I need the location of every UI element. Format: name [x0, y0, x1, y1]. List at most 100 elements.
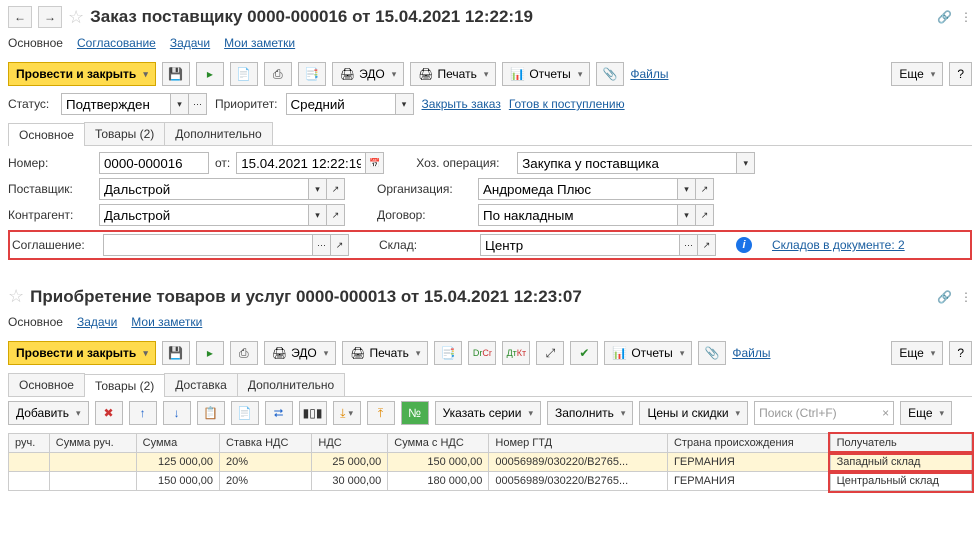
post-close-button[interactable]: Провести и закрыть	[8, 62, 156, 86]
status-hist-icon[interactable]: ⋯	[189, 93, 207, 115]
star-icon[interactable]: ☆	[68, 7, 84, 28]
col-gtd[interactable]: Номер ГТД	[489, 434, 668, 453]
attach-icon[interactable]: 📎	[596, 62, 624, 86]
move-up-icon[interactable]: ↑	[129, 401, 157, 425]
agree-open-icon[interactable]: ↗	[331, 234, 349, 256]
col-vat-rate[interactable]: Ставка НДС	[220, 434, 312, 453]
agree-ellipsis-icon[interactable]: ⋯	[313, 234, 331, 256]
more-button2[interactable]: Еще	[891, 341, 943, 365]
paste-row-icon[interactable]: 📄	[231, 401, 259, 425]
edo-button2[interactable]: 🖨 ЭДО	[264, 341, 336, 365]
calendar-icon[interactable]: 📅	[366, 152, 384, 174]
dtkt-icon[interactable]: ДтКт	[502, 341, 530, 365]
nav-main[interactable]: Основное	[8, 36, 63, 50]
warehouse-input[interactable]	[480, 234, 680, 256]
prices-button[interactable]: Цены и скидки	[639, 401, 748, 425]
supplier-open-icon[interactable]: ↗	[327, 178, 345, 200]
nav-notes2[interactable]: Мои заметки	[131, 315, 202, 329]
contract-open-icon[interactable]: ↗	[696, 204, 714, 226]
date-input[interactable]	[236, 152, 366, 174]
export-icon[interactable]: ⤓	[333, 401, 361, 425]
drcr-icon[interactable]: DrCr	[468, 341, 496, 365]
post-icon[interactable]: ▸	[196, 62, 224, 86]
help-button2[interactable]: ?	[949, 341, 972, 365]
info-icon[interactable]: i	[736, 237, 752, 253]
col-country[interactable]: Страна происхождения	[667, 434, 830, 453]
op-dropdown-icon[interactable]: ▾	[737, 152, 755, 174]
scan-icon[interactable]: ⎙	[264, 62, 292, 86]
tab-goods[interactable]: Товары (2)	[84, 122, 165, 145]
nav-main2[interactable]: Основное	[8, 315, 63, 329]
search-input[interactable]: Поиск (Ctrl+F) ×	[754, 401, 894, 425]
series-button[interactable]: Указать серии	[435, 401, 541, 425]
more-button3[interactable]: Еще	[900, 401, 952, 425]
ready-receive-link[interactable]: Готов к поступлению	[509, 97, 625, 111]
expand-icon[interactable]: ⤢	[536, 341, 564, 365]
tab-extra2[interactable]: Дополнительно	[237, 373, 345, 396]
nav-tasks[interactable]: Задачи	[170, 36, 210, 50]
print-button[interactable]: 🖨 Печать	[410, 62, 496, 86]
org-input[interactable]	[478, 178, 678, 200]
move-down-icon[interactable]: ↓	[163, 401, 191, 425]
nav-back-button[interactable]: ←	[8, 6, 32, 28]
col-manual[interactable]: руч.	[9, 434, 50, 453]
check-icon[interactable]: ✔	[570, 341, 598, 365]
org-dropdown-icon[interactable]: ▾	[678, 178, 696, 200]
files-link2[interactable]: Файлы	[732, 346, 770, 360]
contract-dropdown-icon[interactable]: ▾	[678, 204, 696, 226]
supplier-dropdown-icon[interactable]: ▾	[309, 178, 327, 200]
add-button[interactable]: Добавить	[8, 401, 89, 425]
link-icon[interactable]: 🔗	[937, 10, 952, 24]
help-button[interactable]: ?	[949, 62, 972, 86]
nav-forward-button[interactable]: →	[38, 6, 62, 28]
copy-icon[interactable]: 📑	[298, 62, 326, 86]
col-recipient[interactable]: Получатель	[830, 434, 971, 453]
post-close-button2[interactable]: Провести и закрыть	[8, 341, 156, 365]
scan-icon2[interactable]: ⎙	[230, 341, 258, 365]
priority-dropdown-icon[interactable]: ▾	[396, 93, 414, 115]
contr-dropdown-icon[interactable]: ▾	[309, 204, 327, 226]
table-row[interactable]: 125 000,00 20% 25 000,00 150 000,00 0005…	[9, 453, 972, 472]
table-row[interactable]: 150 000,00 20% 30 000,00 180 000,00 0005…	[9, 472, 972, 491]
tab-main[interactable]: Основное	[8, 123, 85, 146]
n-icon[interactable]: №	[401, 401, 429, 425]
op-input[interactable]	[517, 152, 737, 174]
barcode-icon[interactable]: ▮▯▮	[299, 401, 327, 425]
priority-input[interactable]	[286, 93, 396, 115]
import-icon[interactable]: ⤒	[367, 401, 395, 425]
col-sum[interactable]: Сумма	[136, 434, 219, 453]
number-input[interactable]	[99, 152, 209, 174]
save-icon2[interactable]: 💾	[162, 341, 190, 365]
doc-icon2[interactable]: 📑	[434, 341, 462, 365]
contract-input[interactable]	[478, 204, 678, 226]
files-link[interactable]: Файлы	[630, 67, 668, 81]
col-sum-vat[interactable]: Сумма с НДС	[388, 434, 489, 453]
contr-input[interactable]	[99, 204, 309, 226]
more-button[interactable]: Еще	[891, 62, 943, 86]
kebab-icon[interactable]: ⋮	[960, 10, 972, 24]
share-icon[interactable]: ⮂	[265, 401, 293, 425]
warehouse-open-icon[interactable]: ↗	[698, 234, 716, 256]
reports-button[interactable]: 📊 Отчеты	[502, 62, 590, 86]
attach-icon2[interactable]: 📎	[698, 341, 726, 365]
delete-row-icon[interactable]: ✖	[95, 401, 123, 425]
org-open-icon[interactable]: ↗	[696, 178, 714, 200]
post-icon2[interactable]: ▸	[196, 341, 224, 365]
agree-input[interactable]	[103, 234, 313, 256]
tab-extra[interactable]: Дополнительно	[164, 122, 272, 145]
col-vat[interactable]: НДС	[312, 434, 388, 453]
edo-button[interactable]: 🖨 ЭДО	[332, 62, 404, 86]
copy-row-icon[interactable]: 📋	[197, 401, 225, 425]
link-icon[interactable]: 🔗	[937, 290, 952, 304]
nav-notes[interactable]: Мои заметки	[224, 36, 295, 50]
warehouses-info-link[interactable]: Складов в документе: 2	[772, 238, 905, 252]
star-icon[interactable]: ☆	[8, 286, 24, 307]
tab-delivery2[interactable]: Доставка	[164, 373, 238, 396]
print-button2[interactable]: 🖨 Печать	[342, 341, 428, 365]
col-sum-manual[interactable]: Сумма руч.	[49, 434, 136, 453]
save-icon[interactable]: 💾	[162, 62, 190, 86]
kebab-icon[interactable]: ⋮	[960, 290, 972, 304]
supplier-input[interactable]	[99, 178, 309, 200]
tab-goods2[interactable]: Товары (2)	[84, 374, 165, 397]
close-order-link[interactable]: Закрыть заказ	[422, 97, 501, 111]
